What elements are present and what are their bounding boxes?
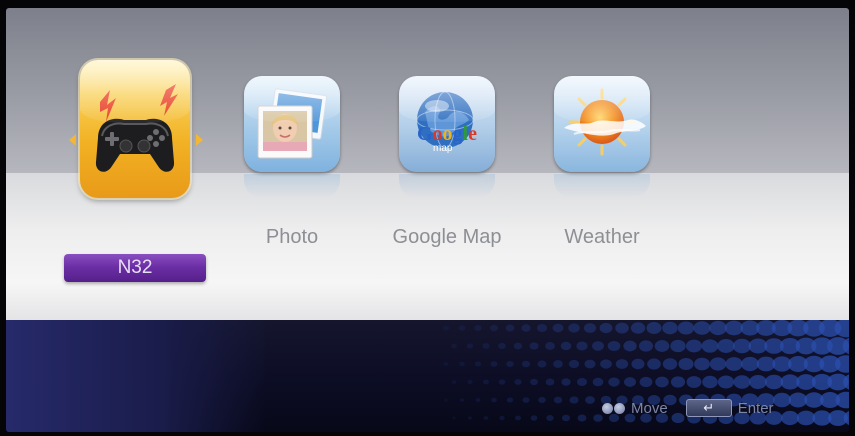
app-tile-photo[interactable]: [244, 76, 340, 172]
google-map-icon: Google map: [416, 91, 477, 154]
app-label-photo: Photo: [265, 226, 319, 248]
app-tile-weather[interactable]: [554, 76, 650, 172]
tv-screen: N32 Photo Google map Google Map Weather …: [6, 8, 849, 432]
app-tile-n32[interactable]: [80, 60, 190, 198]
photo-reflection: [244, 174, 340, 198]
app-label-google-map: Google Map: [392, 226, 502, 248]
move-keys-icon: [602, 402, 625, 414]
selected-app-label: N32: [64, 254, 206, 282]
enter-key-icon: ↵: [685, 399, 732, 417]
google-map-reflection: [399, 174, 495, 198]
google-wordmark: Google: [417, 123, 477, 145]
enter-hint-label: Enter: [737, 399, 774, 417]
weather-reflection: [554, 174, 650, 198]
left-arrow-icon[interactable]: [69, 134, 76, 146]
key-hints: Move ↵ Enter: [602, 397, 774, 419]
map-subtext: map: [433, 143, 453, 154]
photo-icon: [257, 88, 328, 159]
app-label-weather: Weather: [564, 226, 640, 248]
move-hint-label: Move: [631, 399, 668, 417]
app-tile-google-map[interactable]: Google map: [399, 76, 495, 172]
weather-icon: [564, 88, 646, 156]
right-arrow-icon[interactable]: [196, 134, 203, 146]
